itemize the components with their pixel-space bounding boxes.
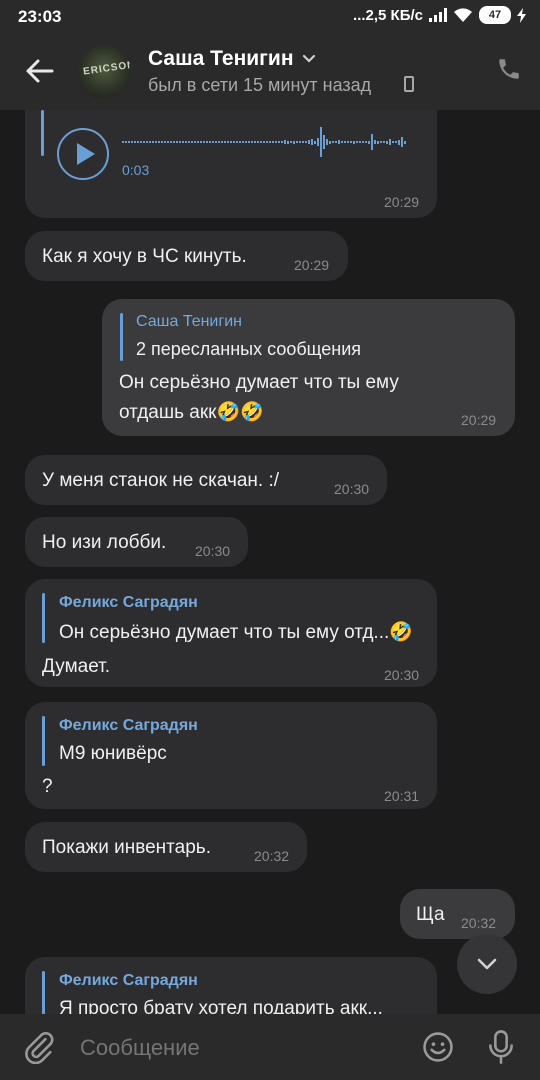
emoji-icon[interactable] (421, 1030, 455, 1064)
message-time: 20:32 (461, 915, 497, 931)
mobile-device-icon (404, 76, 414, 92)
contact-name[interactable]: Саша Тенигин (148, 47, 294, 71)
chevron-down-icon (477, 958, 497, 970)
avatar[interactable]: ERICSON (77, 45, 131, 99)
network-speed: ...2,5 КБ/с (353, 6, 423, 24)
message-time: 20:29 (461, 412, 497, 428)
voice-waveform[interactable] (122, 124, 406, 160)
message-time: 20:32 (254, 848, 290, 864)
chat-header: ERICSON Саша Тенигин был в сети 15 минут… (0, 34, 540, 110)
reply-sender[interactable]: Феликс Саградян (59, 972, 198, 990)
message-time: 20:30 (195, 543, 231, 559)
message-time: 20:31 (384, 788, 420, 804)
message-text: У меня станок не скачан. :/ (42, 470, 280, 491)
forwarded-sender[interactable]: Саша Тенигин (136, 313, 242, 331)
message-text: Покажи инвентарь. (42, 837, 211, 858)
charging-icon (517, 7, 526, 23)
message-input-bar (0, 1014, 540, 1080)
message-text: Он серьёзно думает что ты ему (119, 372, 399, 393)
battery-icon: 47 (479, 6, 511, 24)
message-time: 20:29 (384, 194, 420, 210)
back-arrow-icon[interactable] (22, 54, 56, 88)
reply-quote[interactable]: Я просто брату хотел подарить акк... (59, 998, 383, 1014)
signal-icon (429, 8, 447, 22)
message-text: ? (42, 776, 53, 797)
message-text: отдашь акк🤣🤣 (119, 402, 264, 423)
status-icons: ...2,5 КБ/с 47 (353, 6, 526, 24)
scroll-down-button[interactable] (457, 934, 517, 994)
play-button[interactable] (57, 128, 109, 180)
microphone-icon[interactable] (484, 1028, 518, 1066)
message-time: 20:30 (384, 667, 420, 683)
reply-sender[interactable]: Феликс Саградян (59, 594, 198, 612)
chevron-down-icon[interactable] (302, 54, 316, 64)
message-text: Думает. (42, 656, 111, 677)
phone-call-icon[interactable] (496, 56, 522, 82)
voice-duration: 0:03 (122, 162, 150, 178)
reply-sender[interactable]: Феликс Саградян (59, 717, 198, 735)
reply-quote[interactable]: Он серьёзно думает что ты ему отд...🤣 (59, 620, 424, 644)
status-bar: 23:03 ...2,5 КБ/с 47 (0, 0, 540, 34)
message-list[interactable]: 0:03 20:29 Как я хочу в ЧС кинуть. 20:29… (0, 110, 540, 1014)
message-text: Ща (416, 904, 445, 925)
attach-icon[interactable] (22, 1030, 56, 1064)
message-time: 20:29 (294, 257, 330, 273)
last-seen-status: был в сети 15 минут назад (148, 75, 372, 95)
reply-quote[interactable]: M9 юнивёрс (59, 743, 167, 765)
message-time: 20:30 (334, 481, 370, 497)
message-input[interactable] (80, 1035, 380, 1061)
status-time: 23:03 (18, 7, 62, 26)
wifi-icon (454, 8, 472, 22)
message-text: Как я хочу в ЧС кинуть. (42, 246, 247, 267)
forwarded-count[interactable]: 2 пересланных сообщения (136, 339, 361, 360)
message-text: Но изи лобби. (42, 532, 167, 553)
